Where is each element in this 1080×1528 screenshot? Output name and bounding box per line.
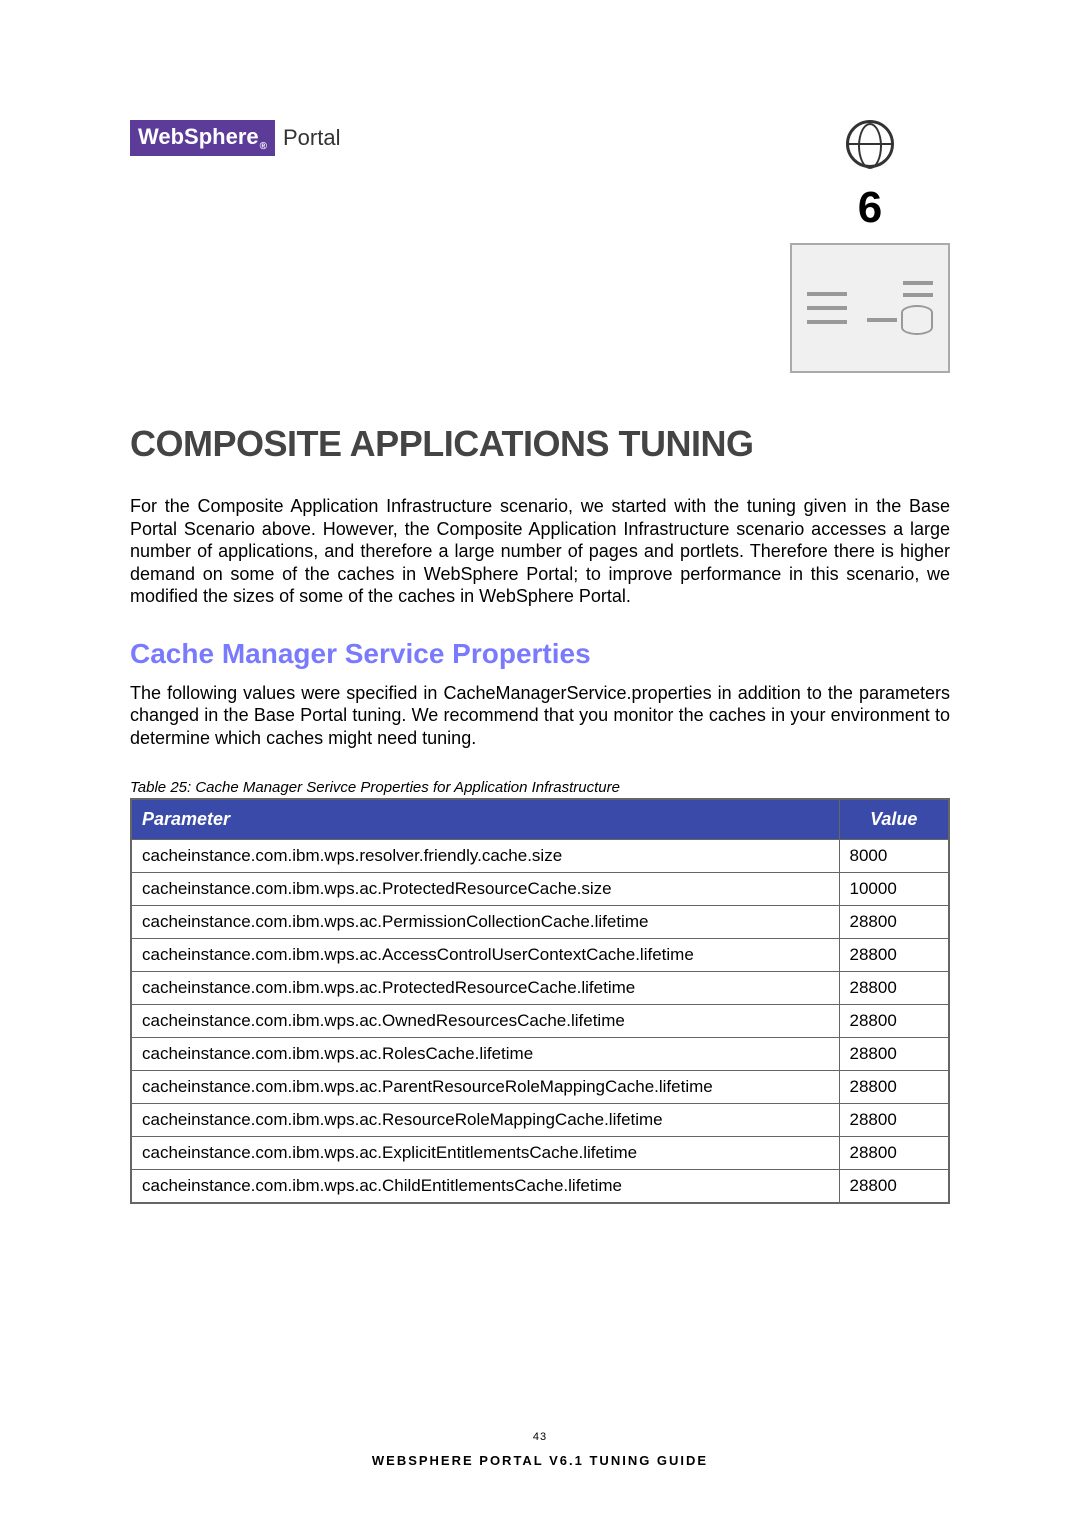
- table-cell-value: 8000: [839, 840, 949, 873]
- table-row: cacheinstance.com.ibm.wps.ac.ParentResou…: [131, 1071, 949, 1104]
- table-cell-parameter: cacheinstance.com.ibm.wps.ac.PermissionC…: [131, 906, 839, 939]
- table-header-value: Value: [839, 799, 949, 840]
- table-row: cacheinstance.com.ibm.wps.resolver.frien…: [131, 840, 949, 873]
- chapter-box: 6: [790, 120, 950, 373]
- table-cell-value: 28800: [839, 972, 949, 1005]
- table-cell-value: 28800: [839, 1071, 949, 1104]
- chapter-number: 6: [790, 183, 950, 233]
- brand-portal-label: Portal: [275, 121, 348, 155]
- page-header: WebSphere® Portal 6: [130, 120, 950, 373]
- table-cell-value: 28800: [839, 1137, 949, 1170]
- globe-icon: [846, 120, 894, 168]
- table-cell-parameter: cacheinstance.com.ibm.wps.ac.ResourceRol…: [131, 1104, 839, 1137]
- table-row: cacheinstance.com.ibm.wps.ac.ProtectedRe…: [131, 972, 949, 1005]
- table-cell-value: 28800: [839, 1038, 949, 1071]
- table-cell-parameter: cacheinstance.com.ibm.wps.ac.ChildEntitl…: [131, 1170, 839, 1204]
- section-paragraph: The following values were specified in C…: [130, 682, 950, 750]
- table-row: cacheinstance.com.ibm.wps.ac.AccessContr…: [131, 939, 949, 972]
- page-footer: 43 WEBSPHERE PORTAL V6.1 TUNING GUIDE: [0, 1431, 1080, 1468]
- table-cell-value: 10000: [839, 873, 949, 906]
- page-title: COMPOSITE APPLICATIONS TUNING: [130, 423, 950, 465]
- table-row: cacheinstance.com.ibm.wps.ac.PermissionC…: [131, 906, 949, 939]
- properties-table: Parameter Value cacheinstance.com.ibm.wp…: [130, 798, 950, 1204]
- table-cell-parameter: cacheinstance.com.ibm.wps.ac.OwnedResour…: [131, 1005, 839, 1038]
- brand-badge: WebSphere® Portal: [130, 120, 348, 156]
- chapter-illustration: [790, 243, 950, 373]
- page-number: 43: [0, 1431, 1080, 1443]
- intro-paragraph: For the Composite Application Infrastruc…: [130, 495, 950, 608]
- table-cell-value: 28800: [839, 1104, 949, 1137]
- table-cell-value: 28800: [839, 939, 949, 972]
- table-cell-parameter: cacheinstance.com.ibm.wps.resolver.frien…: [131, 840, 839, 873]
- table-cell-parameter: cacheinstance.com.ibm.wps.ac.RolesCache.…: [131, 1038, 839, 1071]
- table-header-row: Parameter Value: [131, 799, 949, 840]
- table-cell-value: 28800: [839, 1170, 949, 1204]
- table-row: cacheinstance.com.ibm.wps.ac.ExplicitEnt…: [131, 1137, 949, 1170]
- footer-doc-title: WEBSPHERE PORTAL V6.1 TUNING GUIDE: [0, 1453, 1080, 1468]
- table-row: cacheinstance.com.ibm.wps.ac.OwnedResour…: [131, 1005, 949, 1038]
- table-cell-parameter: cacheinstance.com.ibm.wps.ac.ExplicitEnt…: [131, 1137, 839, 1170]
- table-caption: Table 25: Cache Manager Serivce Properti…: [130, 779, 950, 796]
- brand-websphere-label: WebSphere®: [130, 120, 275, 156]
- table-row: cacheinstance.com.ibm.wps.ac.ProtectedRe…: [131, 873, 949, 906]
- table-cell-parameter: cacheinstance.com.ibm.wps.ac.ProtectedRe…: [131, 972, 839, 1005]
- table-header-parameter: Parameter: [131, 799, 839, 840]
- table-cell-parameter: cacheinstance.com.ibm.wps.ac.ProtectedRe…: [131, 873, 839, 906]
- table-row: cacheinstance.com.ibm.wps.ac.RolesCache.…: [131, 1038, 949, 1071]
- section-heading: Cache Manager Service Properties: [130, 638, 950, 670]
- table-row: cacheinstance.com.ibm.wps.ac.ChildEntitl…: [131, 1170, 949, 1204]
- table-cell-parameter: cacheinstance.com.ibm.wps.ac.AccessContr…: [131, 939, 839, 972]
- table-row: cacheinstance.com.ibm.wps.ac.ResourceRol…: [131, 1104, 949, 1137]
- table-cell-value: 28800: [839, 906, 949, 939]
- table-cell-parameter: cacheinstance.com.ibm.wps.ac.ParentResou…: [131, 1071, 839, 1104]
- table-cell-value: 28800: [839, 1005, 949, 1038]
